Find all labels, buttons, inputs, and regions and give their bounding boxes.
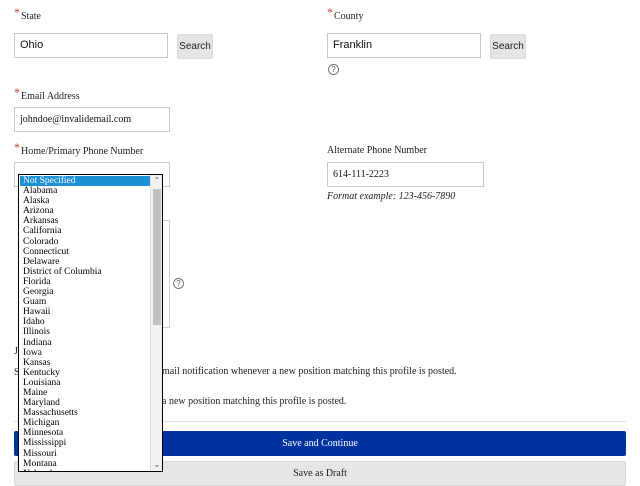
county-input[interactable]: Franklin <box>327 33 481 58</box>
alternate-phone-field[interactable]: 614-111-2223 <box>327 162 484 187</box>
required-mark: * <box>327 5 333 19</box>
dropdown-option[interactable]: Connecticut <box>20 247 150 257</box>
dropdown-option[interactable]: Colorado <box>20 237 150 247</box>
alternate-phone-label: Alternate Phone Number <box>327 145 427 156</box>
dropdown-option[interactable]: Kentucky <box>20 368 150 378</box>
phone-format-hint: Format example: 123-456-7890 <box>327 191 456 202</box>
dropdown-option[interactable]: Idaho <box>20 317 150 327</box>
scrollbar-thumb[interactable] <box>153 189 161 325</box>
county-label: *County <box>327 5 364 22</box>
dropdown-option[interactable]: Arkansas <box>20 216 150 226</box>
dropdown-option[interactable]: Alabama <box>20 186 150 196</box>
required-mark: * <box>14 140 20 154</box>
dropdown-option[interactable]: Hawaii <box>20 307 150 317</box>
dropdown-option[interactable]: Missouri <box>20 449 150 459</box>
dropdown-option[interactable]: Maryland <box>20 398 150 408</box>
state-label: *State <box>14 5 41 22</box>
dropdown-option[interactable]: Montana <box>20 459 150 469</box>
dropdown-option[interactable]: Mississippi <box>20 438 150 448</box>
help-icon[interactable]: ? <box>328 64 339 75</box>
dropdown-options: Not Specified Alabama Alaska Arizona Arkansa… <box>20 176 150 471</box>
state-input[interactable]: Ohio <box>14 33 168 58</box>
email-field[interactable]: johndoe@invalidemail.com <box>14 107 170 132</box>
dropdown-option[interactable]: Minnesota <box>20 428 150 438</box>
home-phone-state-dropdown[interactable]: Not Specified Alabama Alaska Arizona Arkansa… <box>18 174 163 472</box>
dropdown-option[interactable]: Louisiana <box>20 378 150 388</box>
notification-option-text-2: a new position matching this profile is … <box>162 396 347 407</box>
email-label: *Email Address <box>14 85 80 102</box>
help-icon[interactable]: ? <box>173 278 184 289</box>
dropdown-option[interactable]: Massachusetts <box>20 408 150 418</box>
required-mark: * <box>14 5 20 19</box>
chevron-up-icon[interactable]: ⌃ <box>151 175 162 187</box>
dropdown-option[interactable]: Alaska <box>20 196 150 206</box>
dropdown-option[interactable]: Iowa <box>20 348 150 358</box>
dropdown-option[interactable]: Indiana <box>20 338 150 348</box>
dropdown-option[interactable]: Delaware <box>20 257 150 267</box>
dropdown-option[interactable]: District of Columbia <box>20 267 150 277</box>
dropdown-scrollbar[interactable]: ⌃ ⌄ <box>150 175 162 471</box>
dropdown-option[interactable]: Arizona <box>20 206 150 216</box>
county-search-button[interactable]: Search <box>490 34 526 59</box>
dropdown-option[interactable]: Not Specified <box>20 176 150 187</box>
dropdown-option[interactable]: California <box>20 226 150 236</box>
dropdown-option[interactable]: Nebraska <box>20 469 150 471</box>
required-mark: * <box>14 85 20 99</box>
dropdown-option[interactable]: Florida <box>20 277 150 287</box>
dropdown-option[interactable]: Michigan <box>20 418 150 428</box>
notification-option-text: mail notification whenever a new positio… <box>162 366 457 377</box>
chevron-down-icon[interactable]: ⌄ <box>151 459 162 471</box>
dropdown-option[interactable]: Georgia <box>20 287 150 297</box>
dropdown-option[interactable]: Illinois <box>20 327 150 337</box>
dropdown-option[interactable]: Maine <box>20 388 150 398</box>
state-search-button[interactable]: Search <box>177 34 213 59</box>
home-phone-label: *Home/Primary Phone Number <box>14 140 144 157</box>
dropdown-option[interactable]: Kansas <box>20 358 150 368</box>
dropdown-option[interactable]: Guam <box>20 297 150 307</box>
